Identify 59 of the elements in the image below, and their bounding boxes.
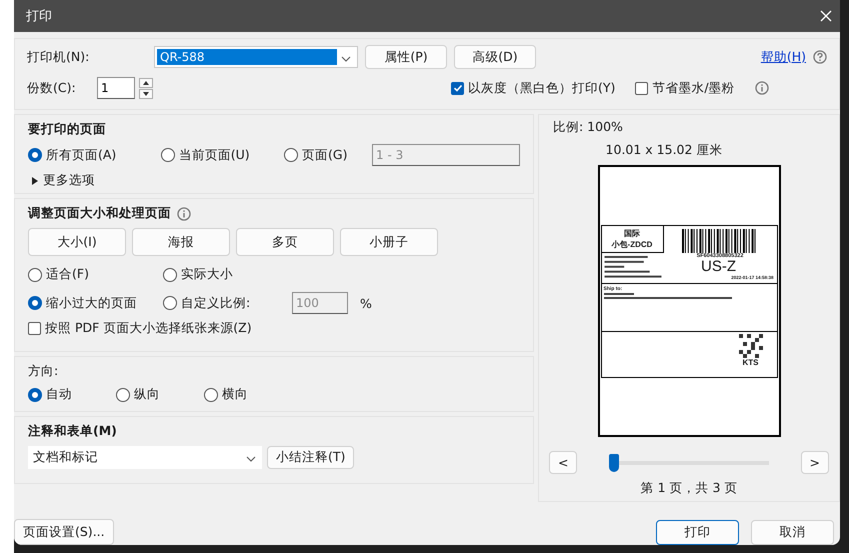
radio-option[interactable]: 页面(G)	[284, 146, 366, 164]
checkbox[interactable]	[635, 82, 648, 94]
annotations-select[interactable]: 文档和标记	[28, 446, 262, 469]
section-title: 方向:	[28, 363, 60, 380]
more-options-toggle[interactable]: 更多选项	[43, 172, 95, 189]
copies-spinner[interactable]	[139, 78, 153, 98]
printer-label: 打印机(N):	[27, 48, 90, 66]
paper-source-checkbox-row[interactable]: 按照 PDF 页面大小选择纸张来源(Z)	[28, 320, 520, 337]
caret-icon	[246, 456, 256, 462]
radio-option[interactable]: 自动	[28, 386, 110, 403]
radio-option[interactable]: 缩小过大的页面	[28, 294, 163, 312]
fine-print-lines	[604, 254, 662, 280]
dialog-button[interactable]: 取消	[751, 520, 834, 544]
caret-icon	[341, 56, 351, 62]
carrier-code: KTS	[742, 358, 758, 366]
summarize-comments-button[interactable]: 小结注释(T)	[267, 446, 354, 469]
copies-field[interactable]: 1	[97, 77, 135, 99]
section-title: 注释和表单(M)	[28, 423, 118, 440]
section-title: 要打印的页面	[28, 121, 107, 138]
qr-code-drawing	[738, 334, 762, 358]
label-product-text: 小包-ZDCD	[612, 238, 652, 250]
help-icon[interactable]	[813, 50, 827, 64]
page-setup-button[interactable]: 页面设置(S)...	[14, 519, 114, 545]
radio-option[interactable]: 适合(F)	[28, 266, 163, 283]
previous-page-button[interactable]: <	[549, 451, 578, 474]
dialog-button[interactable]: 打印	[656, 520, 739, 544]
radio-option[interactable]: 实际大小	[163, 266, 520, 283]
option-checkbox-row[interactable]: 节省墨水/墨粉	[635, 80, 735, 96]
close-icon[interactable]	[820, 10, 832, 22]
page-indicator: 第 1 页，共 3 页	[640, 480, 738, 497]
printer-option-button[interactable]: 属性(P)	[365, 45, 447, 69]
scale-text: 比例: 100%	[553, 119, 623, 136]
page-handling-button[interactable]: 小册子	[340, 228, 438, 256]
radio-option[interactable]: 横向	[204, 386, 264, 403]
radio-option[interactable]: 所有页面(A)	[28, 146, 155, 164]
info-icon	[754, 81, 769, 95]
page-handling-button[interactable]: 多页	[236, 228, 334, 256]
option-checkbox-row[interactable]: 以灰度（黑白色）打印(Y)	[451, 80, 616, 96]
window-title: 打印	[26, 8, 52, 25]
checkbox[interactable]	[28, 322, 41, 335]
section-title: 调整页面大小和处理页面	[28, 205, 171, 222]
expand-icon[interactable]	[32, 176, 38, 184]
slider-thumb[interactable]	[609, 454, 619, 472]
printer-option-button[interactable]: 高级(D)	[454, 45, 536, 69]
printer-select[interactable]: QR-588	[154, 46, 358, 68]
info-icon	[177, 206, 191, 220]
percent-sign: %	[360, 296, 372, 310]
help-link[interactable]: 帮助(H)	[760, 48, 806, 66]
page-size-text: 10.01 x 15.02 厘米	[606, 142, 722, 159]
checkbox[interactable]	[451, 82, 464, 94]
radio-option[interactable]: 自定义比例:	[163, 294, 286, 312]
zone-code: US-Z	[701, 258, 736, 274]
page-handling-button[interactable]: 大小(I)	[28, 228, 126, 256]
copies-label: 份数(C):	[27, 80, 77, 96]
next-page-button[interactable]: >	[800, 451, 829, 474]
label-service-text: 国际	[624, 228, 640, 239]
radio-option[interactable]: 当前页面(U)	[160, 146, 278, 164]
radio-option[interactable]: 纵向	[116, 386, 198, 403]
page-handling-button[interactable]: 海报	[132, 228, 230, 256]
